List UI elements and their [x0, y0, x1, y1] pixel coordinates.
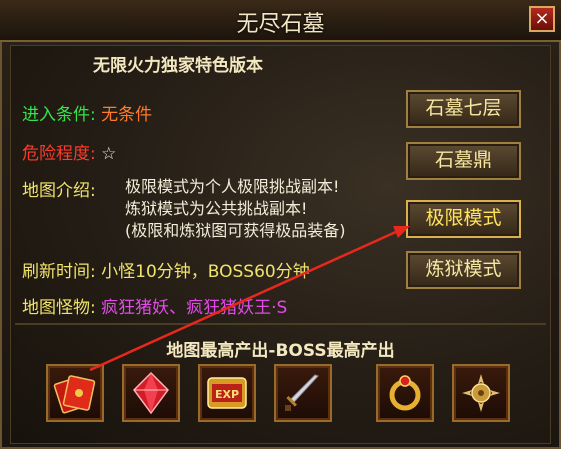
- dialog-title: 无尽石墓: [236, 12, 325, 37]
- version-subtitle: 无限火力独家特色版本: [93, 56, 263, 76]
- reward-slot-red-gem[interactable]: [122, 364, 180, 422]
- entry-condition-label: 进入条件:: [22, 105, 96, 125]
- title-bar: 无尽石墓 ×: [0, 0, 561, 42]
- stone-tomb-7f-button[interactable]: 石墓七层: [406, 90, 521, 128]
- gold-ornament-icon: [462, 374, 500, 412]
- map-monsters-label: 地图怪物:: [22, 298, 96, 318]
- danger-star-icon: ☆: [101, 144, 117, 164]
- refresh-time-value: 小怪10分钟，BOSS60分钟: [101, 262, 310, 282]
- close-button[interactable]: ×: [529, 6, 555, 32]
- exp-text: EXP: [215, 388, 239, 401]
- danger-level-row: 危险程度: ☆: [22, 139, 116, 164]
- reward-slot-gold-ring[interactable]: [376, 364, 434, 422]
- map-intro-row: 地图介绍:: [22, 176, 96, 201]
- exp-scroll-icon: EXP: [207, 377, 247, 409]
- purgatory-mode-button[interactable]: 炼狱模式: [406, 251, 521, 289]
- gold-ring-icon: [389, 375, 421, 411]
- intro-line: 极限模式为个人极限挑战副本!: [125, 177, 340, 196]
- entry-condition-row: 进入条件: 无条件: [22, 100, 152, 125]
- divider: [15, 323, 546, 325]
- intro-line: 炼狱模式为公共挑战副本!: [125, 199, 308, 218]
- map-monsters-value: 疯狂猪妖、疯狂猪妖王·S: [101, 298, 288, 318]
- reward-slot-gold-ornament[interactable]: [452, 364, 510, 422]
- reward-slot-exp-scroll[interactable]: EXP: [198, 364, 256, 422]
- extreme-mode-button[interactable]: 极限模式: [406, 200, 521, 238]
- map-monsters-row: 地图怪物: 疯狂猪妖、疯狂猪妖王·S: [22, 293, 287, 318]
- reward-slot-red-envelope[interactable]: [46, 364, 104, 422]
- rewards-title: 地图最高产出-BOSS最高产出: [166, 341, 395, 361]
- map-intro-label: 地图介绍:: [22, 181, 96, 201]
- entry-condition-value: 无条件: [101, 105, 153, 125]
- red-envelope-icon: [53, 375, 96, 414]
- refresh-time-label: 刷新时间:: [22, 262, 96, 282]
- stone-tomb-cauldron-button[interactable]: 石墓鼎: [406, 142, 521, 180]
- refresh-time-row: 刷新时间: 小怪10分钟，BOSS60分钟: [22, 257, 310, 282]
- map-intro-text: 极限模式为个人极限挑战副本! 炼狱模式为公共挑战副本! (极限和炼狱图可获得极品…: [125, 176, 346, 242]
- sword-icon: [285, 374, 319, 411]
- red-gem-icon: [133, 371, 169, 415]
- danger-level-label: 危险程度:: [22, 144, 96, 164]
- reward-slot-sword[interactable]: [274, 364, 332, 422]
- intro-line: (极限和炼狱图可获得极品装备): [125, 221, 346, 240]
